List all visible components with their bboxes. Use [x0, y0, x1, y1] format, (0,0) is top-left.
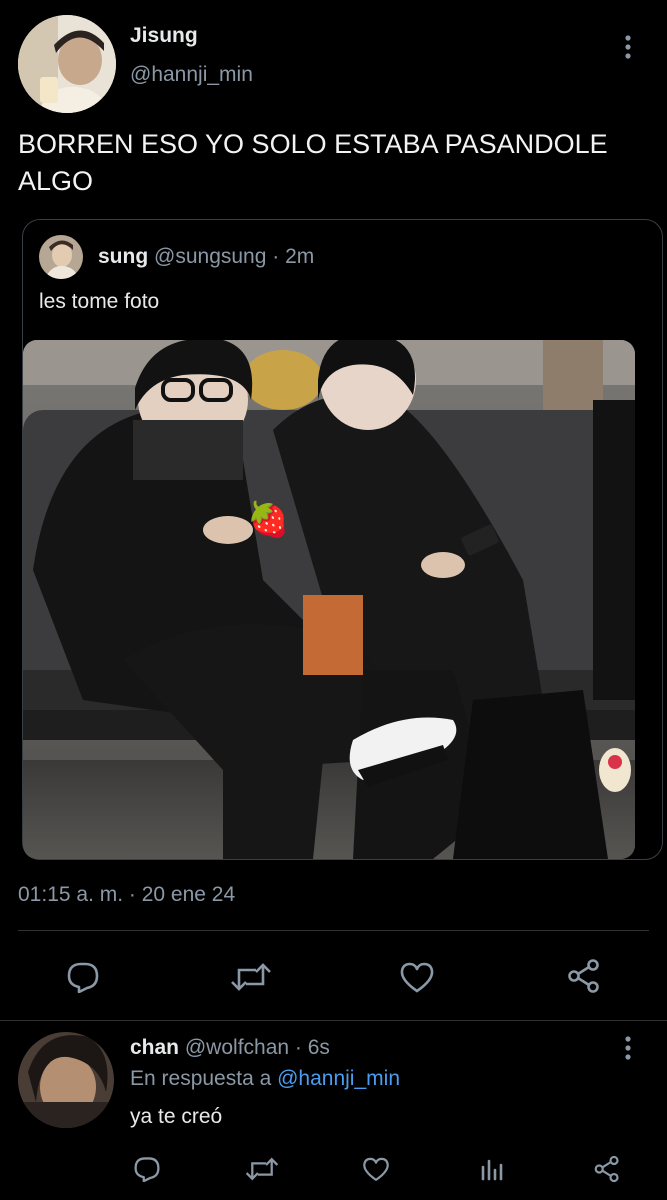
reply-context: En respuesta a @hannji_min: [130, 1067, 400, 1091]
reply-text: ya te creó: [130, 1105, 223, 1128]
reply-icon: [134, 1157, 160, 1182]
reply-button[interactable]: [63, 958, 103, 996]
reply-like-button[interactable]: [360, 1153, 392, 1185]
retweet-icon: [231, 963, 271, 991]
share-button[interactable]: [563, 956, 605, 996]
reply-retweet-button[interactable]: [244, 1153, 280, 1185]
reply-author-avatar[interactable]: [18, 1032, 114, 1128]
quoted-author-name[interactable]: sung: [98, 245, 148, 268]
reply-reply-button[interactable]: [131, 1153, 163, 1185]
strawberry-sticker: 🍓: [247, 501, 290, 539]
views-icon: [481, 1159, 503, 1181]
author-avatar[interactable]: [18, 15, 116, 113]
reply-time: · 6s: [294, 1036, 330, 1059]
tweet-text-line: ALGO: [18, 166, 94, 196]
reply-to-link[interactable]: @hannji_min: [277, 1067, 400, 1090]
retweet-icon: [245, 1157, 279, 1181]
reply-header: chan @wolfchan · 6s: [130, 1036, 330, 1060]
reply-author-name[interactable]: chan: [130, 1036, 179, 1059]
share-icon: [568, 959, 599, 993]
more-vertical-icon: [625, 1036, 631, 1060]
reply-views-button[interactable]: [477, 1153, 507, 1185]
divider: [0, 1020, 667, 1021]
like-icon: [363, 1157, 389, 1181]
more-vertical-icon: [625, 35, 631, 59]
quoted-tweet-text: les tome foto: [39, 290, 160, 313]
author-name[interactable]: Jisung: [130, 24, 198, 48]
retweet-button[interactable]: [228, 958, 274, 996]
more-options-button[interactable]: [616, 32, 640, 62]
like-icon: [400, 962, 434, 993]
tweet-text: BORREN ESO YO SOLO ESTABA PASANDOLE ALGO: [18, 126, 608, 200]
quoted-author-avatar[interactable]: [39, 235, 83, 279]
reply-author-handle[interactable]: @wolfchan: [185, 1036, 289, 1059]
divider: [18, 930, 649, 931]
tweet-timestamp: 01:15 a. m. · 20 ene 24: [18, 883, 236, 906]
like-button[interactable]: [397, 958, 437, 996]
reply-more-options-button[interactable]: [616, 1033, 640, 1063]
quoted-tweet-header: sung @sungsung · 2m: [98, 245, 314, 269]
reply-icon: [67, 962, 99, 993]
reply-prefix: En respuesta a: [130, 1067, 272, 1090]
quoted-tweet-time: · 2m: [272, 245, 315, 268]
quoted-tweet-photo[interactable]: 🍓: [23, 340, 635, 859]
share-icon: [594, 1155, 619, 1183]
quoted-author-handle[interactable]: @sungsung: [154, 245, 266, 268]
reply-share-button[interactable]: [591, 1152, 623, 1186]
tweet-text-line: BORREN ESO YO SOLO ESTABA PASANDOLE: [18, 129, 608, 159]
author-handle[interactable]: @hannji_min: [130, 63, 253, 87]
